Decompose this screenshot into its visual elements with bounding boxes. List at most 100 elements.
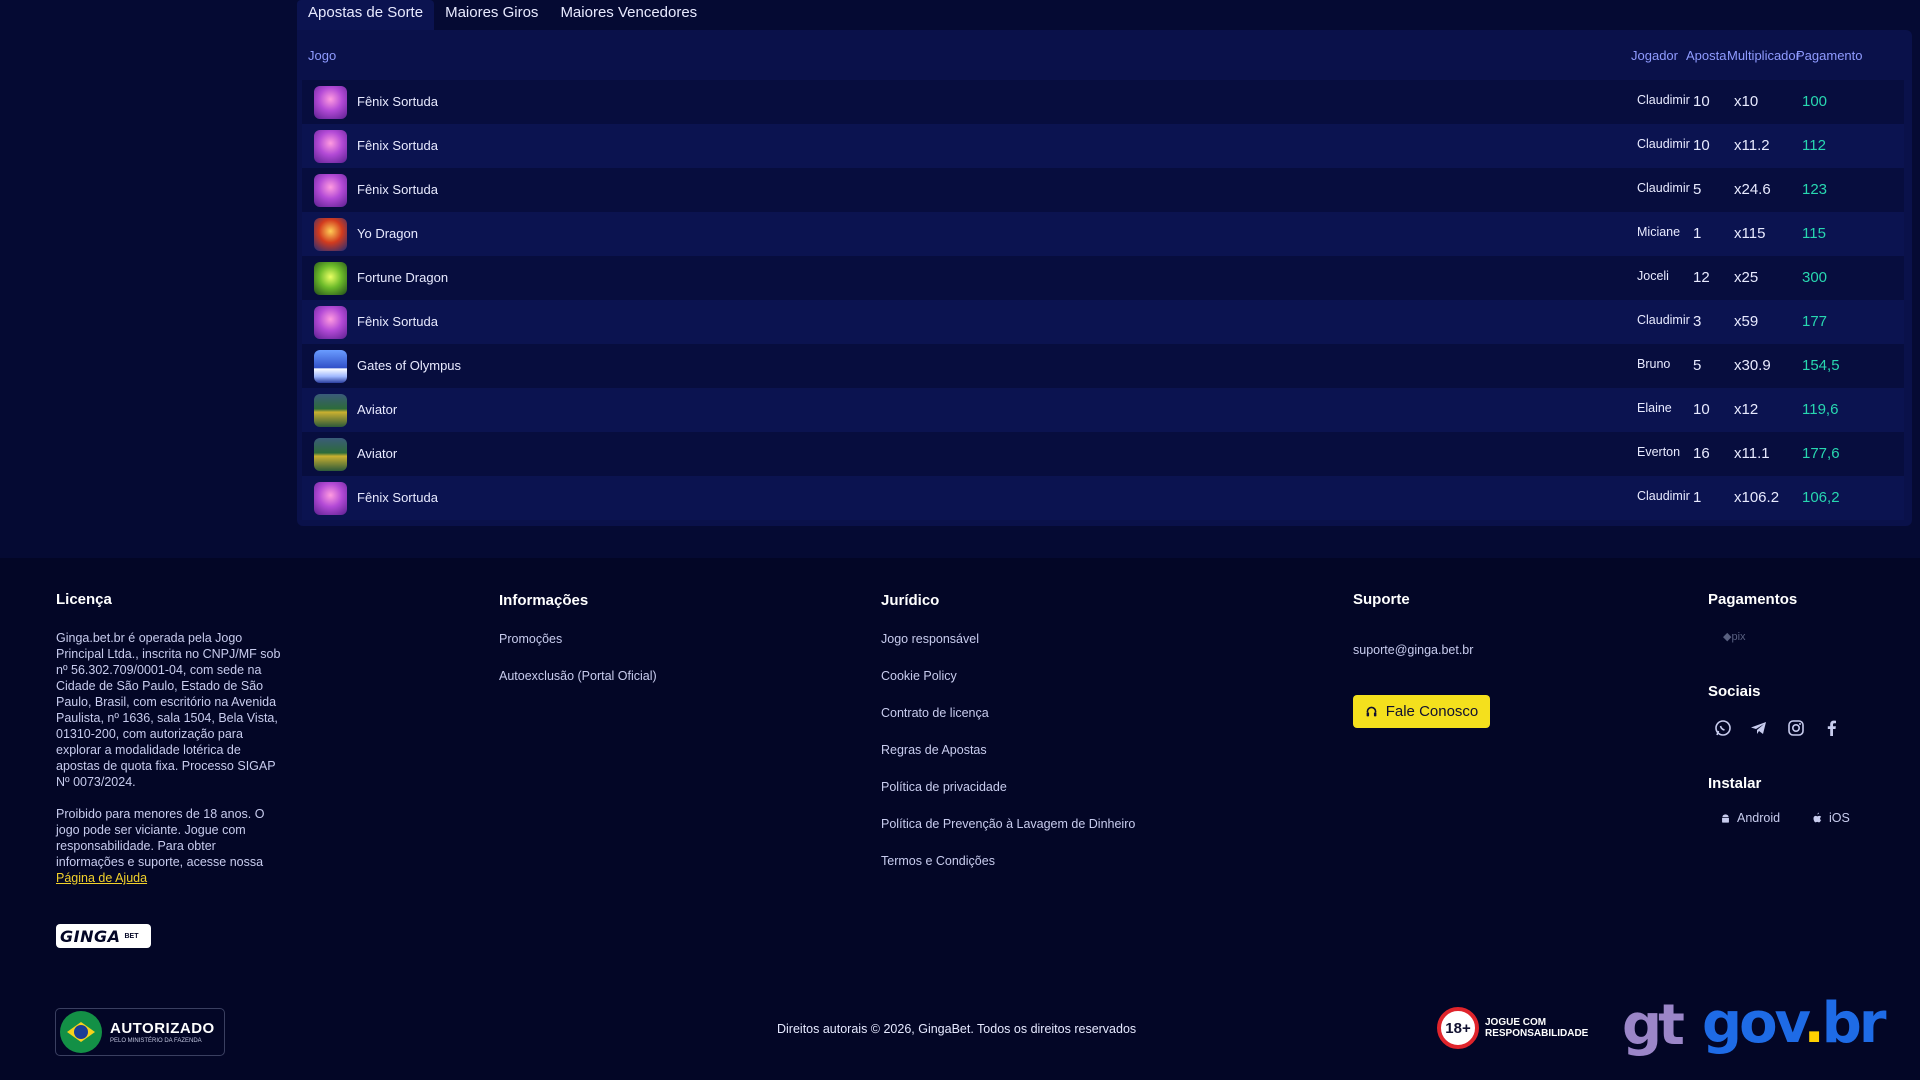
logo-brand: GINGA bbox=[60, 926, 121, 946]
tab-maiores-giros[interactable]: Maiores Giros bbox=[434, 0, 549, 30]
table-row[interactable]: Fênix Sortuda Claudimir 10 x10 100 bbox=[302, 80, 1904, 124]
link-politica-privacidade[interactable]: Política de privacidade bbox=[881, 780, 1007, 794]
player-name: Claudimir bbox=[1637, 313, 1690, 327]
table-row[interactable]: Fortune Dragon Joceli 12 x25 300 bbox=[302, 256, 1904, 300]
payout: 106,2 bbox=[1802, 489, 1840, 506]
game-name[interactable]: Fênix Sortuda bbox=[357, 182, 438, 197]
bet-amount: 10 bbox=[1693, 137, 1710, 154]
payout: 154,5 bbox=[1802, 357, 1840, 374]
license-title: Licença bbox=[56, 591, 112, 608]
bets-table: Jogo Jogador Aposta Multiplicador Pagame… bbox=[297, 30, 1912, 526]
game-name[interactable]: Fênix Sortuda bbox=[357, 314, 438, 329]
link-regras-apostas[interactable]: Regras de Apostas bbox=[881, 743, 987, 757]
payments-title: Pagamentos bbox=[1708, 591, 1798, 608]
multiplier: x11.2 bbox=[1734, 137, 1770, 154]
facebook-icon[interactable] bbox=[1822, 718, 1842, 738]
responsible-line2: RESPONSABILIDADE bbox=[1485, 1028, 1589, 1039]
payout: 123 bbox=[1802, 181, 1828, 198]
support-title: Suporte bbox=[1353, 591, 1410, 608]
player-name: Bruno bbox=[1637, 357, 1671, 371]
game-name[interactable]: Aviator bbox=[357, 446, 397, 461]
multiplier: x30.9 bbox=[1734, 357, 1771, 374]
bets-tabs: Apostas de Sorte Maiores Giros Maiores V… bbox=[297, 0, 708, 30]
install-android-link[interactable]: Android bbox=[1720, 811, 1780, 825]
player-name: Claudimir bbox=[1637, 137, 1690, 151]
recent-bets-section: Apostas de Sorte Maiores Giros Maiores V… bbox=[0, 0, 1920, 558]
table-row[interactable]: Fênix Sortuda Claudimir 1 x106.2 106,2 bbox=[302, 476, 1904, 520]
game-name[interactable]: Yo Dragon bbox=[357, 226, 418, 241]
link-prevencao-lavagem[interactable]: Política de Prevenção à Lavagem de Dinhe… bbox=[881, 817, 1135, 831]
contact-us-button[interactable]: Fale Conosco bbox=[1353, 695, 1490, 728]
bet-amount: 10 bbox=[1693, 93, 1710, 110]
link-autoexclusao[interactable]: Autoexclusão (Portal Oficial) bbox=[499, 669, 657, 683]
install-title: Instalar bbox=[1708, 775, 1762, 792]
android-icon bbox=[1722, 813, 1729, 823]
link-jogo-responsavel[interactable]: Jogo responsável bbox=[881, 632, 979, 646]
game-thumbnail[interactable] bbox=[314, 174, 347, 207]
header-payout: Pagamento bbox=[1796, 48, 1863, 63]
game-name[interactable]: Aviator bbox=[357, 402, 397, 417]
payout: 119,6 bbox=[1802, 401, 1839, 418]
help-page-link[interactable]: Página de Ajuda bbox=[56, 871, 147, 885]
game-name[interactable]: Fênix Sortuda bbox=[357, 138, 438, 153]
bet-amount: 10 bbox=[1693, 401, 1710, 418]
header-game: Jogo bbox=[308, 48, 337, 63]
game-thumbnail[interactable] bbox=[314, 130, 347, 163]
game-thumbnail[interactable] bbox=[314, 218, 347, 251]
support-email-link[interactable]: suporte@ginga.bet.br bbox=[1353, 643, 1473, 657]
gt-logo: gt bbox=[1622, 993, 1685, 1058]
game-thumbnail[interactable] bbox=[314, 482, 347, 515]
multiplier: x10 bbox=[1734, 93, 1759, 110]
player-name: Miciane bbox=[1637, 225, 1681, 239]
game-thumbnail[interactable] bbox=[314, 306, 347, 339]
install-ios-label: iOS bbox=[1829, 811, 1850, 825]
game-thumbnail[interactable] bbox=[314, 438, 347, 471]
game-name[interactable]: Fortune Dragon bbox=[357, 270, 448, 285]
link-termos-condicoes[interactable]: Termos e Condições bbox=[881, 854, 995, 868]
tab-maiores-vencedores[interactable]: Maiores Vencedores bbox=[549, 0, 708, 30]
table-row[interactable]: Aviator Elaine 10 x12 119,6 bbox=[302, 388, 1904, 432]
player-name: Claudimir bbox=[1637, 489, 1690, 503]
game-name[interactable]: Gates of Olympus bbox=[357, 358, 461, 373]
link-cookie-policy[interactable]: Cookie Policy bbox=[881, 669, 957, 683]
game-thumbnail[interactable] bbox=[314, 262, 347, 295]
player-name: Elaine bbox=[1637, 401, 1672, 415]
age-18-icon: 18+ bbox=[1437, 1007, 1479, 1049]
bet-amount: 1 bbox=[1693, 225, 1702, 242]
bets-table-body: Fênix Sortuda Claudimir 10 x10 100 Fênix Sort… bbox=[302, 80, 1904, 520]
table-row[interactable]: Fênix Sortuda Claudimir 5 x24.6 123 bbox=[302, 168, 1904, 212]
table-row[interactable]: Fênix Sortuda Claudimir 10 x11.2 112 bbox=[302, 124, 1904, 168]
instagram-icon[interactable] bbox=[1786, 718, 1806, 738]
legal-title: Jurídico bbox=[881, 592, 940, 609]
game-name[interactable]: Fênix Sortuda bbox=[357, 490, 438, 505]
logo-sub: BET bbox=[124, 932, 139, 940]
install-ios-link[interactable]: iOS bbox=[1812, 811, 1850, 825]
whatsapp-icon[interactable] bbox=[1713, 718, 1733, 738]
gingabet-logo: GINGA BET bbox=[56, 924, 151, 948]
multiplier: x11.1 bbox=[1734, 445, 1770, 462]
game-thumbnail[interactable] bbox=[314, 350, 347, 383]
age-warning-body: Proibido para menores de 18 anos. O jogo… bbox=[56, 807, 265, 869]
table-row[interactable]: Fênix Sortuda Claudimir 3 x59 177 bbox=[302, 300, 1904, 344]
header-multiplier: Multiplicador bbox=[1727, 48, 1800, 63]
multiplier: x25 bbox=[1734, 269, 1759, 286]
table-row[interactable]: Yo Dragon Miciane 1 x115 115 bbox=[302, 212, 1904, 256]
payout: 177 bbox=[1802, 313, 1828, 330]
bet-amount: 1 bbox=[1693, 489, 1702, 506]
install-android-label: Android bbox=[1737, 811, 1781, 825]
contact-us-label: Fale Conosco bbox=[1385, 703, 1479, 720]
table-row[interactable]: Aviator Everton 16 x11.1 177,6 bbox=[302, 432, 1904, 476]
game-name[interactable]: Fênix Sortuda bbox=[357, 94, 438, 109]
link-contrato-licenca[interactable]: Contrato de licença bbox=[881, 706, 989, 720]
link-promocoes[interactable]: Promoções bbox=[499, 632, 562, 646]
payout: 100 bbox=[1802, 93, 1828, 110]
game-thumbnail[interactable] bbox=[314, 86, 347, 119]
multiplier: x115 bbox=[1734, 225, 1766, 242]
table-row[interactable]: Gates of Olympus Bruno 5 x30.9 154,5 bbox=[302, 344, 1904, 388]
bet-amount: 5 bbox=[1693, 357, 1702, 374]
game-thumbnail[interactable] bbox=[314, 394, 347, 427]
tab-apostas-de-sorte[interactable]: Apostas de Sorte bbox=[297, 0, 435, 30]
brazil-flag-icon bbox=[60, 1011, 102, 1053]
license-text: Ginga.bet.br é operada pela Jogo Princip… bbox=[56, 631, 281, 789]
telegram-icon[interactable] bbox=[1749, 718, 1769, 738]
